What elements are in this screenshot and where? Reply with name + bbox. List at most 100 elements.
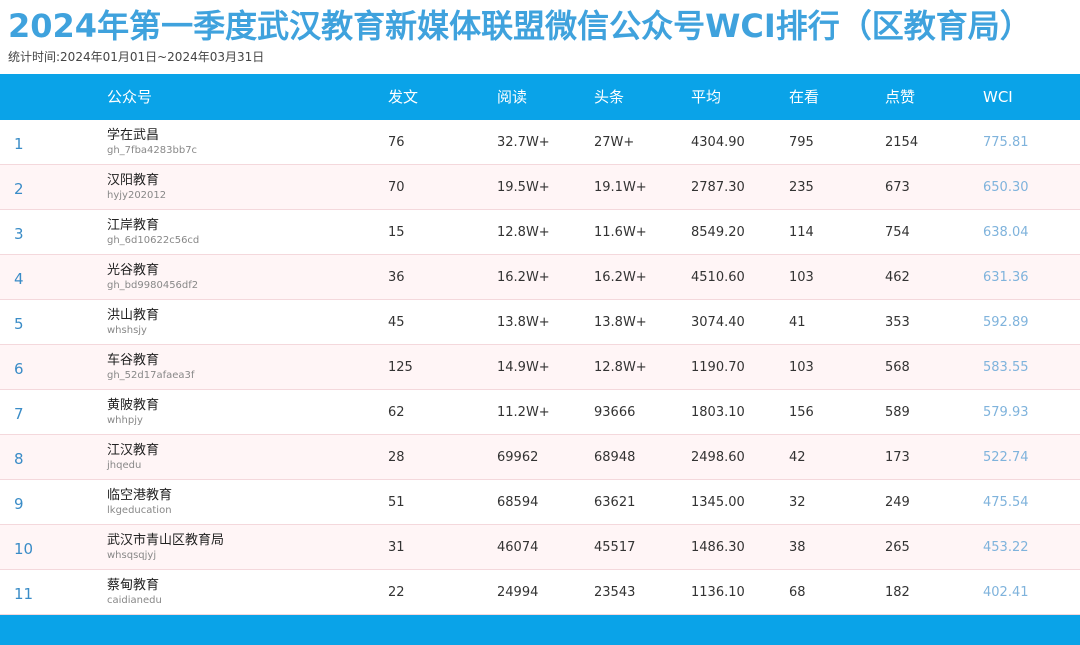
watching-value: 41 <box>789 315 806 330</box>
reads-value: 16.2W+ <box>497 270 550 285</box>
rank-number: 10 <box>14 540 34 558</box>
reads-value: 11.2W+ <box>497 405 550 420</box>
table-row[interactable]: 3 江岸教育 gh_6d10622c56cd 15 12.8W+ 11.6W+ … <box>0 210 1080 255</box>
reads-value: 46074 <box>497 540 539 555</box>
posts-value: 15 <box>388 225 405 240</box>
account-cell: 光谷教育 gh_bd9980456df2 <box>107 263 198 293</box>
likes-value: 673 <box>885 180 910 195</box>
watching-value: 103 <box>789 270 814 285</box>
table-row[interactable]: 4 光谷教育 gh_bd9980456df2 36 16.2W+ 16.2W+ … <box>0 255 1080 300</box>
average-value: 4304.90 <box>691 135 745 150</box>
account-name[interactable]: 武汉市青山区教育局 <box>107 533 224 549</box>
reads-value: 12.8W+ <box>497 225 550 240</box>
average-value: 1345.00 <box>691 495 745 510</box>
account-name[interactable]: 江岸教育 <box>107 218 199 234</box>
account-name[interactable]: 学在武昌 <box>107 128 197 144</box>
headline-value: 11.6W+ <box>594 225 647 240</box>
reads-value: 68594 <box>497 495 539 510</box>
rank-number: 8 <box>14 450 24 468</box>
average-value: 4510.60 <box>691 270 745 285</box>
posts-value: 45 <box>388 315 405 330</box>
col-header-average[interactable]: 平均 <box>691 74 721 120</box>
table-row[interactable]: 6 车谷教育 gh_52d17afaea3f 125 14.9W+ 12.8W+… <box>0 345 1080 390</box>
likes-value: 249 <box>885 495 910 510</box>
posts-value: 36 <box>388 270 405 285</box>
table-row[interactable]: 2 汉阳教育 hyjy202012 70 19.5W+ 19.1W+ 2787.… <box>0 165 1080 210</box>
account-id: gh_7fba4283bb7c <box>107 145 198 156</box>
likes-value: 462 <box>885 270 910 285</box>
account-name[interactable]: 光谷教育 <box>107 263 198 279</box>
account-id: hyjy202012 <box>107 190 167 201</box>
rank-number: 4 <box>14 270 24 288</box>
posts-value: 31 <box>388 540 405 555</box>
account-name[interactable]: 蔡甸教育 <box>107 578 162 594</box>
account-name[interactable]: 江汉教育 <box>107 443 159 459</box>
table-row[interactable]: 11 蔡甸教育 caidianedu 22 24994 23543 1136.1… <box>0 570 1080 615</box>
likes-value: 568 <box>885 360 910 375</box>
account-id: gh_bd9980456df2 <box>107 280 199 291</box>
col-header-account[interactable]: 公众号 <box>107 74 152 120</box>
col-header-wci[interactable]: WCI <box>983 74 1013 120</box>
account-cell: 汉阳教育 hyjy202012 <box>107 173 166 203</box>
average-value: 1190.70 <box>691 360 745 375</box>
col-header-posts[interactable]: 发文 <box>388 74 418 120</box>
watching-value: 68 <box>789 585 806 600</box>
rank-number: 6 <box>14 360 24 378</box>
wci-value: 775.81 <box>983 135 1029 150</box>
wci-value: 583.55 <box>983 360 1029 375</box>
account-cell: 临空港教育 lkgeducation <box>107 488 172 518</box>
account-name[interactable]: 临空港教育 <box>107 488 172 504</box>
posts-value: 28 <box>388 450 405 465</box>
likes-value: 353 <box>885 315 910 330</box>
likes-value: 182 <box>885 585 910 600</box>
account-name[interactable]: 洪山教育 <box>107 308 159 324</box>
table-row[interactable]: 5 洪山教育 whshsjy 45 13.8W+ 13.8W+ 3074.40 … <box>0 300 1080 345</box>
account-id: gh_52d17afaea3f <box>107 370 195 381</box>
table-row[interactable]: 8 江汉教育 jhqedu 28 69962 68948 2498.60 42 … <box>0 435 1080 480</box>
watching-value: 38 <box>789 540 806 555</box>
headline-value: 27W+ <box>594 135 635 150</box>
watching-value: 103 <box>789 360 814 375</box>
headline-value: 12.8W+ <box>594 360 647 375</box>
footer-bar <box>0 615 1080 645</box>
account-cell: 学在武昌 gh_7fba4283bb7c <box>107 128 197 158</box>
col-header-headline[interactable]: 头条 <box>594 74 624 120</box>
account-cell: 车谷教育 gh_52d17afaea3f <box>107 353 194 383</box>
average-value: 3074.40 <box>691 315 745 330</box>
likes-value: 2154 <box>885 135 919 150</box>
headline-value: 13.8W+ <box>594 315 647 330</box>
account-cell: 蔡甸教育 caidianedu <box>107 578 162 608</box>
rank-number: 2 <box>14 180 24 198</box>
reads-value: 32.7W+ <box>497 135 550 150</box>
account-name[interactable]: 汉阳教育 <box>107 173 166 189</box>
col-header-watching[interactable]: 在看 <box>789 74 819 120</box>
reads-value: 14.9W+ <box>497 360 550 375</box>
account-id: caidianedu <box>107 595 162 606</box>
wci-value: 631.36 <box>983 270 1029 285</box>
table-row[interactable]: 7 黄陂教育 whhpjy 62 11.2W+ 93666 1803.10 15… <box>0 390 1080 435</box>
account-id: whshsjy <box>107 325 147 336</box>
wci-value: 650.30 <box>983 180 1029 195</box>
account-name[interactable]: 车谷教育 <box>107 353 194 369</box>
watching-value: 795 <box>789 135 814 150</box>
watching-value: 32 <box>789 495 806 510</box>
account-id: gh_6d10622c56cd <box>107 235 200 246</box>
account-id: whhpjy <box>107 415 143 426</box>
reads-value: 24994 <box>497 585 539 600</box>
table-row[interactable]: 1 学在武昌 gh_7fba4283bb7c 76 32.7W+ 27W+ 43… <box>0 120 1080 165</box>
table-row[interactable]: 9 临空港教育 lkgeducation 51 68594 63621 1345… <box>0 480 1080 525</box>
account-name[interactable]: 黄陂教育 <box>107 398 159 414</box>
table-row[interactable]: 10 武汉市青山区教育局 whsqsqjyj 31 46074 45517 14… <box>0 525 1080 570</box>
col-header-likes[interactable]: 点赞 <box>885 74 915 120</box>
likes-value: 754 <box>885 225 910 240</box>
account-id: lkgeducation <box>107 505 172 516</box>
posts-value: 125 <box>388 360 413 375</box>
col-header-reads[interactable]: 阅读 <box>497 74 527 120</box>
rank-number: 3 <box>14 225 24 243</box>
account-cell: 江岸教育 gh_6d10622c56cd <box>107 218 199 248</box>
wci-value: 475.54 <box>983 495 1029 510</box>
average-value: 1136.10 <box>691 585 745 600</box>
average-value: 2498.60 <box>691 450 745 465</box>
headline-value: 45517 <box>594 540 636 555</box>
account-cell: 洪山教育 whshsjy <box>107 308 159 338</box>
